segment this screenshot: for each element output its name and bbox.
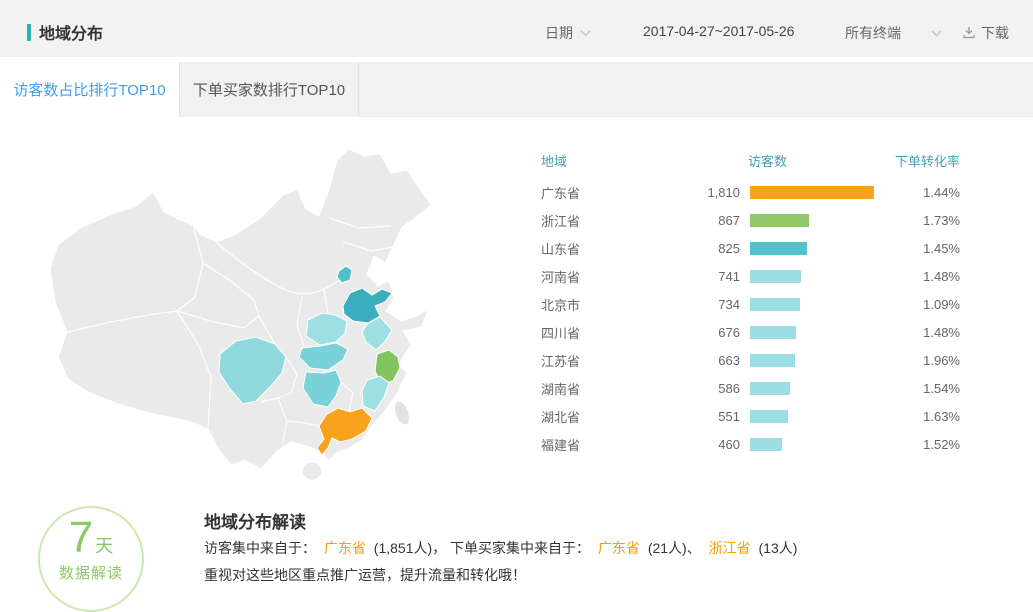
conversion-rate: 1.44% bbox=[875, 185, 960, 200]
region-name: 福建省 bbox=[530, 435, 625, 454]
map-island-taiwan bbox=[392, 400, 411, 427]
terminal-dropdown-label: 所有终端 bbox=[845, 23, 901, 43]
chevron-down-icon bbox=[931, 30, 942, 37]
visitors-bar bbox=[750, 438, 782, 451]
tab-visitor-ranking[interactable]: 访客数占比排行TOP10 bbox=[0, 62, 179, 117]
date-dropdown-label: 日期 bbox=[545, 23, 573, 43]
title-accent-bar bbox=[27, 24, 31, 41]
visitors-bar bbox=[750, 270, 801, 283]
conversion-rate: 1.52% bbox=[875, 437, 960, 452]
chevron-down-icon bbox=[580, 30, 591, 37]
region-name: 江苏省 bbox=[530, 351, 625, 370]
table-row: 广东省 1,810 1.44% bbox=[530, 178, 960, 206]
conversion-rate: 1.63% bbox=[875, 409, 960, 424]
visitor-count: (1,851人)， bbox=[374, 540, 446, 556]
region-name: 四川省 bbox=[530, 323, 625, 342]
china-map bbox=[40, 130, 510, 490]
download-label: 下载 bbox=[981, 23, 1009, 43]
region-table-rows: 广东省 1,810 1.44% 浙江省 867 1.73% 山东省 825 1.… bbox=[530, 178, 960, 458]
visitors-bar bbox=[750, 214, 809, 227]
top-header-bar: 地域分布 日期 2017-04-27~2017-05-26 所有终端 下载 bbox=[0, 0, 1033, 57]
download-icon bbox=[962, 26, 981, 40]
region-name: 北京市 bbox=[530, 295, 625, 314]
badge-caption: 数据解读 bbox=[59, 562, 123, 583]
conversion-rate: 1.54% bbox=[875, 381, 960, 396]
column-header-visitors: 访客数 bbox=[625, 151, 880, 170]
map-island-hainan bbox=[302, 462, 322, 480]
tab-buyer-ranking[interactable]: 下单买家数排行TOP10 bbox=[179, 62, 359, 117]
visitor-region-link[interactable]: 广东省 bbox=[324, 540, 366, 556]
conversion-rate: 1.96% bbox=[875, 353, 960, 368]
column-header-region: 地域 bbox=[530, 151, 625, 170]
visitors-bar bbox=[750, 242, 807, 255]
visitors-value: 551 bbox=[625, 409, 745, 424]
region-name: 广东省 bbox=[530, 183, 625, 202]
title-block: 地域分布 bbox=[27, 20, 103, 44]
table-row: 湖北省 551 1.63% bbox=[530, 402, 960, 430]
table-row: 江苏省 663 1.96% bbox=[530, 346, 960, 374]
table-row: 山东省 825 1.45% bbox=[530, 234, 960, 262]
visitors-value: 734 bbox=[625, 297, 745, 312]
date-dropdown[interactable]: 日期 bbox=[545, 23, 591, 43]
conversion-rate: 1.73% bbox=[875, 213, 960, 228]
seven-day-badge: 7 天 数据解读 bbox=[38, 506, 144, 612]
buyer-region-link-1[interactable]: 广东省 bbox=[598, 540, 640, 556]
buyer-count-2: (13人) bbox=[759, 540, 798, 556]
conversion-rate: 1.48% bbox=[875, 325, 960, 340]
visitors-bar bbox=[750, 326, 796, 339]
region-name: 浙江省 bbox=[530, 211, 625, 230]
visitors-value: 1,810 bbox=[625, 185, 745, 200]
download-button[interactable]: 下载 bbox=[962, 23, 1009, 43]
insight-line-2: 重视对这些地区重点推广运营，提升流量和转化哦！ bbox=[204, 565, 526, 585]
visitors-bar bbox=[750, 410, 788, 423]
table-row: 福建省 460 1.52% bbox=[530, 430, 960, 458]
region-name: 河南省 bbox=[530, 267, 625, 286]
visitors-bar bbox=[750, 298, 800, 311]
insight-prefix: 访客集中来自于： bbox=[204, 540, 316, 556]
region-ranking-table: 地域 访客数 下单转化率 广东省 1,810 1.44% 浙江省 867 1.7… bbox=[530, 148, 960, 458]
visitors-value: 586 bbox=[625, 381, 745, 396]
insight-line-1: 访客集中来自于： 广东省 (1,851人)， 下单买家集中来自于： 广东省 (2… bbox=[204, 538, 797, 558]
insight-mid: 下单买家集中来自于： bbox=[450, 540, 590, 556]
page-title: 地域分布 bbox=[39, 20, 103, 44]
buyer-count-1: (21人)、 bbox=[648, 540, 701, 556]
visitors-value: 825 bbox=[625, 241, 745, 256]
visitors-value: 867 bbox=[625, 213, 745, 228]
insight-heading: 地域分布解读 bbox=[204, 508, 306, 533]
visitors-value: 741 bbox=[625, 269, 745, 284]
table-header-row: 地域 访客数 下单转化率 bbox=[530, 148, 960, 172]
table-row: 四川省 676 1.48% bbox=[530, 318, 960, 346]
terminal-dropdown[interactable]: 所有终端 bbox=[845, 23, 942, 43]
visitors-value: 663 bbox=[625, 353, 745, 368]
conversion-rate: 1.48% bbox=[875, 269, 960, 284]
conversion-rate: 1.09% bbox=[875, 297, 960, 312]
visitors-value: 676 bbox=[625, 325, 745, 340]
column-header-rate: 下单转化率 bbox=[880, 151, 960, 170]
date-range-display[interactable]: 2017-04-27~2017-05-26 bbox=[643, 23, 794, 39]
table-row: 湖南省 586 1.54% bbox=[530, 374, 960, 402]
visitors-bar bbox=[750, 186, 874, 199]
visitors-value: 460 bbox=[625, 437, 745, 452]
buyer-region-link-2[interactable]: 浙江省 bbox=[709, 540, 751, 556]
region-name: 山东省 bbox=[530, 239, 625, 258]
region-name: 湖北省 bbox=[530, 407, 625, 426]
table-row: 河南省 741 1.48% bbox=[530, 262, 960, 290]
badge-unit: 天 bbox=[95, 532, 113, 558]
badge-number: 7 bbox=[69, 516, 93, 560]
visitors-bar bbox=[750, 354, 795, 367]
conversion-rate: 1.45% bbox=[875, 241, 960, 256]
region-name: 湖南省 bbox=[530, 379, 625, 398]
tab-bar: 访客数占比排行TOP10 下单买家数排行TOP10 bbox=[0, 62, 1033, 117]
visitors-bar bbox=[750, 382, 790, 395]
table-row: 北京市 734 1.09% bbox=[530, 290, 960, 318]
table-row: 浙江省 867 1.73% bbox=[530, 206, 960, 234]
